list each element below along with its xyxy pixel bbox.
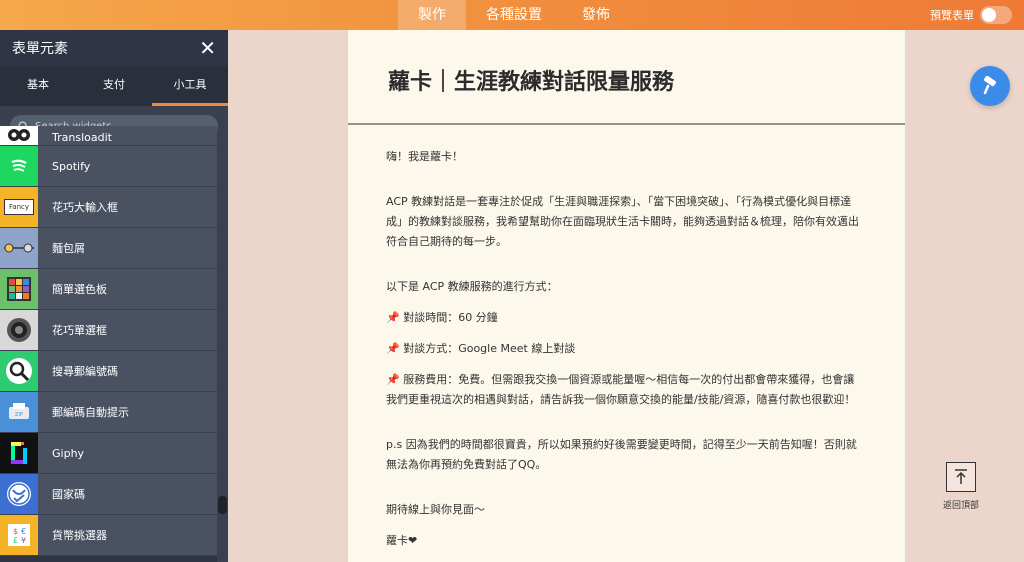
- form-designer-button[interactable]: [970, 66, 1010, 106]
- tab-build[interactable]: 製作: [398, 0, 466, 30]
- tab-basic[interactable]: 基本: [0, 66, 76, 106]
- form-description: 嗨！我是蘿卡！ ACP 教練對話是一套專注於促成「生涯與職涯探索」、「當下困境突…: [348, 125, 905, 551]
- widget-zip-search[interactable]: 搜尋郵編號碼: [0, 351, 217, 392]
- paragraph-intro: ACP 教練對話是一套專注於促成「生涯與職涯探索」、「當下困境突破」、「行為模式…: [386, 195, 859, 248]
- preview-form-control: 預覽表單: [930, 0, 1012, 30]
- widget-currency-picker[interactable]: $ € £ ¥ 貨幣挑選器: [0, 515, 217, 556]
- paragraph-duration: 📌 對談時間：60 分鐘: [386, 311, 498, 324]
- widget-fancy-radio[interactable]: 花巧單選框: [0, 310, 217, 351]
- svg-text:$: $: [13, 527, 18, 536]
- paragraph-process-heading: 以下是 ACP 教練服務的進行方式：: [386, 280, 558, 293]
- sidebar-title: 表單元素: [12, 41, 68, 57]
- widget-transloadit[interactable]: Transloadit: [0, 126, 217, 146]
- widget-zip-autocomplete[interactable]: ZIP 郵編碼自動提示: [0, 392, 217, 433]
- tab-settings[interactable]: 各種設置: [466, 0, 562, 30]
- tab-payment[interactable]: 支付: [76, 66, 152, 106]
- currency-icon: $ € £ ¥: [0, 515, 38, 555]
- widget-breadcrumb[interactable]: 麵包屑: [0, 228, 217, 269]
- tab-widgets[interactable]: 小工具: [152, 66, 228, 106]
- paragraph-fee: 📌 服務費用：免費。但需跟我交換一個資源或能量喔～相信每一次的付出都會帶來獲得，…: [386, 373, 856, 406]
- top-bar: 製作 各種設置 發佈 預覽表單: [0, 0, 1024, 30]
- widget-label: Giphy: [52, 446, 85, 460]
- widget-label: Spotify: [52, 159, 91, 173]
- widget-list-scrollbar[interactable]: [217, 146, 228, 562]
- svg-text:ZIP: ZIP: [15, 412, 23, 418]
- giphy-icon: [0, 433, 38, 473]
- widget-label: 花巧單選框: [52, 324, 107, 337]
- preview-form-label: 預覽表單: [930, 9, 974, 22]
- widget-giphy[interactable]: Giphy: [0, 433, 217, 474]
- paint-roller-icon: [983, 76, 997, 95]
- svg-text:¥: ¥: [21, 536, 26, 545]
- widget-label: 貨幣挑選器: [52, 529, 107, 542]
- preview-toggle[interactable]: [980, 6, 1012, 24]
- color-palette-icon: [0, 269, 38, 309]
- breadcrumb-steps-icon: [0, 228, 38, 268]
- widget-label: 花巧大輸入框: [52, 201, 118, 214]
- radio-knob-icon: [0, 310, 38, 350]
- widget-country-code[interactable]: 國家碼: [0, 474, 217, 515]
- zip-search-icon: [0, 351, 38, 391]
- paragraph-method: 📌 對談方式：Google Meet 線上對談: [386, 342, 576, 355]
- spotify-icon: [0, 146, 38, 186]
- arrow-up-icon: [946, 462, 976, 492]
- widget-color-palette[interactable]: 簡單選色板: [0, 269, 217, 310]
- fancy-textbox-icon: Fancy: [0, 187, 38, 227]
- owl-icon: [0, 126, 38, 145]
- form-card: 蘿卡｜生涯教練對話限量服務 嗨！我是蘿卡！ ACP 教練對話是一套專注於促成「生…: [348, 30, 905, 562]
- svg-text:£: £: [13, 536, 18, 545]
- paragraph-closing: 期待線上與你見面～: [386, 503, 485, 516]
- back-to-top-button[interactable]: 返回頂部: [938, 462, 984, 511]
- scrollbar-thumb[interactable]: [218, 496, 227, 514]
- widget-label: 簡單選色板: [52, 283, 107, 296]
- form-title: 蘿卡｜生涯教練對話限量服務: [348, 30, 905, 125]
- sidebar-header: 表單元素 ✕: [0, 30, 228, 66]
- widget-label: Transloadit: [52, 131, 112, 144]
- svg-text:€: €: [21, 527, 26, 536]
- paragraph-signature: 蘿卡❤: [386, 534, 418, 547]
- widget-list: Transloadit Spotify Fancy 花巧大輸入框 麵包屑 簡單選…: [0, 126, 217, 556]
- close-icon[interactable]: ✕: [199, 38, 216, 58]
- back-to-top-label: 返回頂部: [942, 501, 979, 511]
- tab-publish[interactable]: 發佈: [562, 0, 630, 30]
- widget-label: 國家碼: [52, 488, 85, 501]
- sidebar-tabs: 基本 支付 小工具: [0, 66, 228, 106]
- form-elements-sidebar: 表單元素 ✕ 基本 支付 小工具 Transloadit Spotify: [0, 30, 228, 562]
- zip-printer-icon: ZIP: [0, 392, 38, 432]
- paragraph-greeting: 嗨！我是蘿卡！: [386, 150, 463, 163]
- widget-spotify[interactable]: Spotify: [0, 146, 217, 187]
- widget-fancy-textbox[interactable]: Fancy 花巧大輸入框: [0, 187, 217, 228]
- globe-phone-icon: [0, 474, 38, 514]
- widget-label: 郵編碼自動提示: [52, 406, 129, 419]
- widget-label: 搜尋郵編號碼: [52, 365, 118, 378]
- top-nav: 製作 各種設置 發佈: [398, 0, 630, 30]
- widget-label: 麵包屑: [52, 242, 85, 255]
- paragraph-ps: p.s 因為我們的時間都很寶貴，所以如果預約好後需要變更時間，記得至少一天前告知…: [386, 438, 857, 471]
